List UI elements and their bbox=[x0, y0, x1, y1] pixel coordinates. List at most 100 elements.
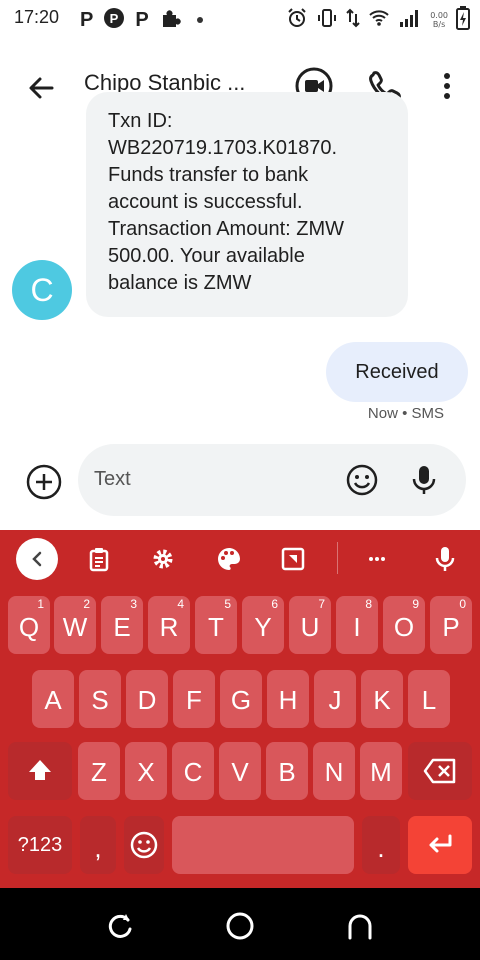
incoming-message-bubble[interactable]: Txn ID: WB220719.1703.K01870. Funds tran… bbox=[86, 92, 408, 317]
comma-key[interactable]: , bbox=[80, 816, 116, 874]
toolbar-collapse-button[interactable] bbox=[16, 538, 58, 580]
resize-button[interactable] bbox=[276, 542, 310, 576]
period-key[interactable]: . bbox=[362, 816, 400, 874]
backspace-icon bbox=[423, 758, 456, 784]
key-l[interactable]: L bbox=[408, 670, 450, 728]
more-horiz-icon bbox=[369, 557, 385, 561]
theme-button[interactable] bbox=[212, 542, 246, 576]
key-i[interactable]: I8 bbox=[336, 596, 378, 654]
key-e[interactable]: E3 bbox=[101, 596, 143, 654]
message-input[interactable]: Text bbox=[78, 444, 466, 516]
outgoing-message-bubble[interactable]: Received bbox=[326, 342, 468, 402]
emoji-key[interactable] bbox=[124, 816, 164, 874]
message-status: Now • SMS bbox=[367, 405, 444, 422]
home-button[interactable] bbox=[220, 906, 260, 946]
keyboard-voice-button[interactable] bbox=[428, 542, 462, 576]
key-p[interactable]: P0 bbox=[430, 596, 472, 654]
incoming-message-line: balance is ZMW bbox=[108, 272, 252, 294]
add-attachment-button[interactable] bbox=[24, 462, 64, 502]
key-hint: 1 bbox=[37, 597, 44, 611]
key-q[interactable]: Q1 bbox=[8, 596, 50, 654]
mic-icon bbox=[435, 547, 455, 571]
mic-icon bbox=[412, 466, 436, 494]
emoji-icon bbox=[346, 464, 378, 496]
key-label: R bbox=[159, 612, 179, 642]
incoming-message-line: Txn ID: bbox=[108, 110, 173, 132]
key-m[interactable]: M bbox=[360, 742, 402, 800]
vibrate-icon bbox=[316, 7, 338, 33]
keyboard-toolbar bbox=[0, 530, 480, 586]
back-nav-button[interactable] bbox=[340, 906, 380, 946]
contact-avatar[interactable]: C bbox=[12, 260, 72, 320]
key-label: Y bbox=[254, 612, 272, 642]
back-nav-icon bbox=[348, 914, 372, 940]
key-t[interactable]: T5 bbox=[195, 596, 237, 654]
voice-input-button[interactable] bbox=[406, 462, 442, 498]
key-h[interactable]: H bbox=[267, 670, 309, 728]
key-o[interactable]: O9 bbox=[383, 596, 425, 654]
key-k[interactable]: K bbox=[361, 670, 403, 728]
key-w[interactable]: W2 bbox=[54, 596, 96, 654]
status-bar: 17:20 P P P 0.00 B/s bbox=[0, 0, 480, 36]
settings-button[interactable] bbox=[146, 542, 180, 576]
key-j[interactable]: J bbox=[314, 670, 356, 728]
recents-button[interactable] bbox=[100, 906, 140, 946]
data-arrows-icon bbox=[346, 7, 360, 33]
key-a[interactable]: A bbox=[32, 670, 74, 728]
back-button[interactable] bbox=[22, 68, 62, 108]
compose-bar: Text bbox=[0, 442, 480, 530]
signal-icon bbox=[398, 7, 422, 33]
clipboard-icon bbox=[89, 548, 109, 572]
more-vert-icon bbox=[444, 73, 450, 99]
key-hint: 9 bbox=[412, 597, 419, 611]
key-hint: 2 bbox=[83, 597, 90, 611]
symbols-key[interactable]: ?123 bbox=[8, 816, 72, 874]
key-n[interactable]: N bbox=[313, 742, 355, 800]
system-icons: 0.00 B/s bbox=[286, 6, 470, 34]
key-s[interactable]: S bbox=[79, 670, 121, 728]
key-label: T bbox=[208, 612, 224, 642]
shift-key[interactable] bbox=[8, 742, 72, 800]
key-label: I bbox=[353, 612, 361, 642]
soft-keyboard: Q1W2E3R4T5Y6U7I8O9P0 ASDFGHJKL ZXCVBNM ?… bbox=[0, 530, 480, 888]
key-g[interactable]: G bbox=[220, 670, 262, 728]
alarm-icon bbox=[286, 7, 308, 33]
notification-p-circle-icon: P bbox=[103, 7, 125, 33]
enter-key[interactable] bbox=[408, 816, 472, 874]
key-hint: 7 bbox=[318, 597, 325, 611]
emoji-button[interactable] bbox=[344, 462, 380, 498]
key-label: P bbox=[442, 612, 460, 642]
key-r[interactable]: R4 bbox=[148, 596, 190, 654]
backspace-key[interactable] bbox=[408, 742, 472, 800]
incoming-message-line: 500.00. Your available bbox=[108, 245, 305, 267]
notification-p-icon-2: P bbox=[135, 9, 149, 31]
clipboard-button[interactable] bbox=[82, 542, 116, 576]
space-key[interactable] bbox=[172, 816, 354, 874]
key-z[interactable]: Z bbox=[78, 742, 120, 800]
add-circle-icon bbox=[26, 464, 62, 500]
puzzle-icon bbox=[159, 7, 181, 33]
shift-icon bbox=[29, 760, 51, 780]
key-x[interactable]: X bbox=[125, 742, 167, 800]
more-toolbar-button[interactable] bbox=[360, 542, 394, 576]
key-y[interactable]: Y6 bbox=[242, 596, 284, 654]
key-c[interactable]: C bbox=[172, 742, 214, 800]
more-options-button[interactable] bbox=[430, 64, 464, 108]
key-hint: 3 bbox=[130, 597, 137, 611]
key-v[interactable]: V bbox=[219, 742, 261, 800]
incoming-message-line: Transaction Amount: ZMW bbox=[108, 218, 344, 240]
gear-icon bbox=[153, 549, 173, 569]
key-b[interactable]: B bbox=[266, 742, 308, 800]
resize-icon bbox=[281, 547, 305, 571]
enter-icon bbox=[429, 834, 452, 853]
message-input-placeholder: Text bbox=[94, 468, 131, 490]
chevron-left-icon bbox=[32, 551, 42, 567]
key-f[interactable]: F bbox=[173, 670, 215, 728]
incoming-message-line: WB220719.1703.K01870. bbox=[108, 137, 338, 159]
key-u[interactable]: U7 bbox=[289, 596, 331, 654]
message-list[interactable]: Txn ID: WB220719.1703.K01870. Funds tran… bbox=[0, 92, 480, 442]
key-d[interactable]: D bbox=[126, 670, 168, 728]
key-hint: 6 bbox=[271, 597, 278, 611]
key-hint: 8 bbox=[365, 597, 372, 611]
status-time: 17:20 bbox=[14, 7, 60, 27]
